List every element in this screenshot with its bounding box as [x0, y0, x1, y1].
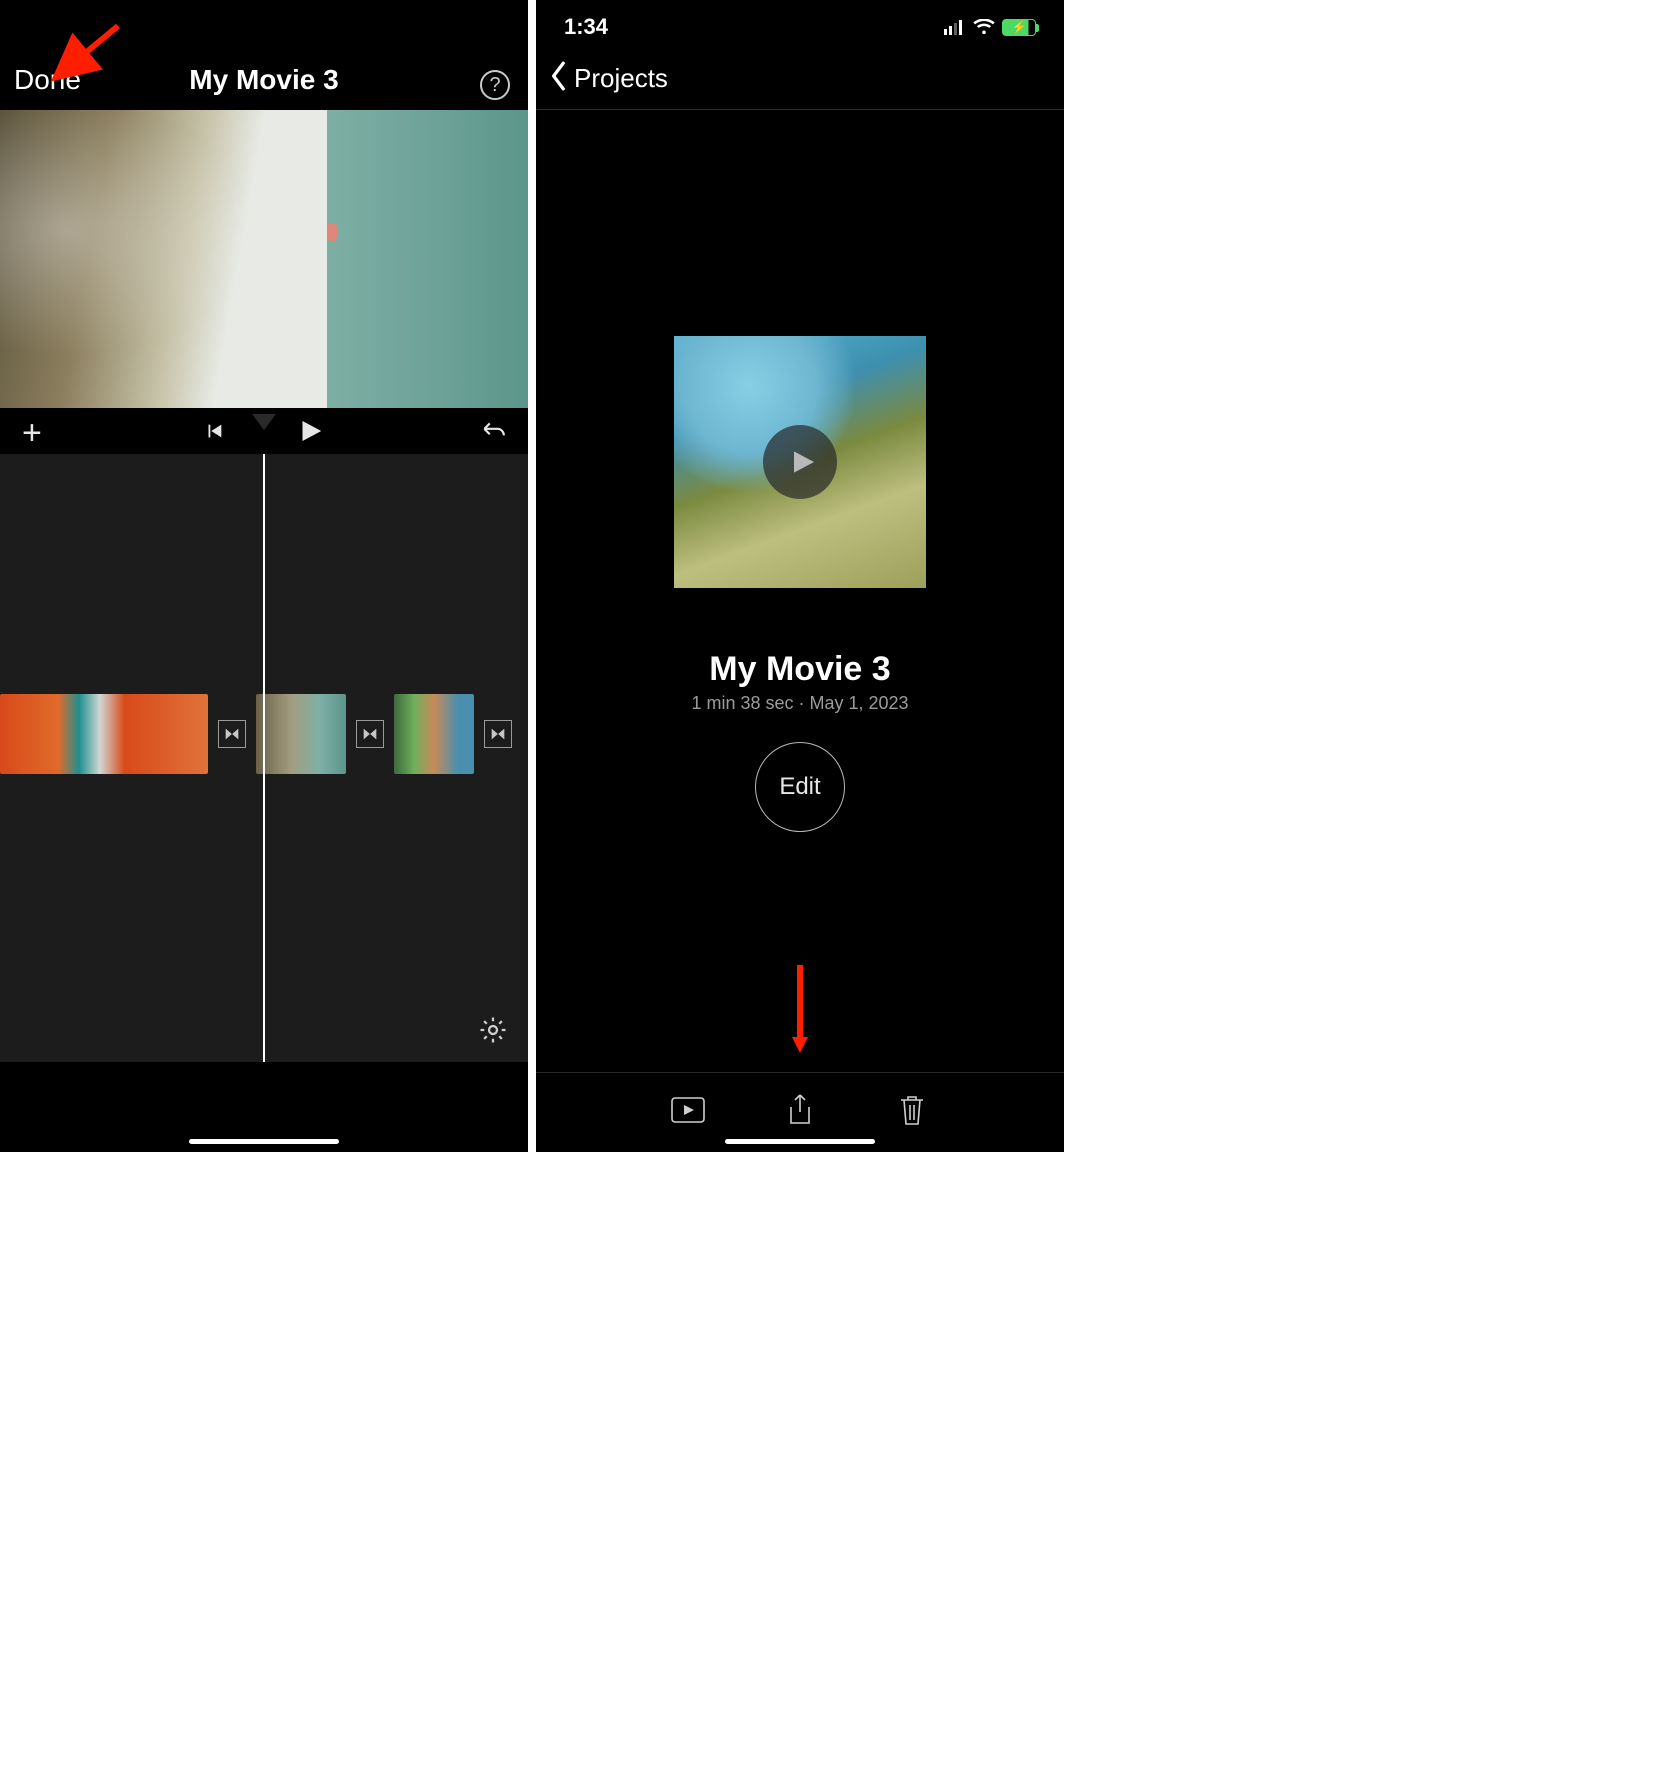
- undo-button[interactable]: [480, 418, 506, 449]
- playback-controls: +: [0, 408, 528, 454]
- edit-button[interactable]: Edit: [755, 742, 845, 832]
- project-thumbnail[interactable]: [574, 336, 1026, 588]
- transition-button[interactable]: [218, 720, 246, 748]
- status-time: 1:34: [564, 14, 608, 40]
- delete-button[interactable]: [895, 1093, 929, 1132]
- playhead-line: [263, 454, 265, 1062]
- project-detail-screen: 1:34 ⚡ Projects: [536, 0, 1064, 1152]
- back-label[interactable]: Projects: [574, 63, 668, 94]
- nav-bar: Projects: [536, 48, 1064, 110]
- share-button[interactable]: [783, 1093, 817, 1132]
- timeline-clip[interactable]: [394, 694, 474, 774]
- home-indicator[interactable]: [189, 1139, 339, 1144]
- back-button[interactable]: [548, 61, 570, 96]
- project-settings-button[interactable]: [478, 1015, 508, 1050]
- timeline-clip[interactable]: [0, 694, 208, 774]
- project-meta: 1 min 38 sec · May 1, 2023: [536, 693, 1064, 714]
- play-overlay-button[interactable]: [763, 425, 837, 499]
- timeline[interactable]: [0, 454, 528, 1062]
- editor-screen: Done My Movie 3 ? +: [0, 0, 528, 1152]
- editor-topbar: Done My Movie 3 ?: [0, 0, 528, 110]
- help-button[interactable]: ?: [480, 70, 510, 100]
- cellular-signal-icon: [944, 19, 966, 35]
- status-bar: 1:34 ⚡: [536, 0, 1064, 48]
- playhead-indicator-icon: [252, 414, 276, 430]
- project-name: My Movie 3: [536, 650, 1064, 689]
- wifi-icon: [973, 19, 995, 35]
- home-indicator[interactable]: [725, 1139, 875, 1144]
- done-button[interactable]: Done: [14, 64, 81, 96]
- video-preview[interactable]: [0, 110, 528, 408]
- play-project-button[interactable]: [671, 1093, 705, 1132]
- project-detail-body: My Movie 3 1 min 38 sec · May 1, 2023 Ed…: [536, 336, 1064, 1152]
- battery-charging-icon: ⚡: [1002, 19, 1036, 36]
- timeline-clip[interactable]: [256, 694, 346, 774]
- transition-button[interactable]: [356, 720, 384, 748]
- play-button[interactable]: [295, 416, 325, 451]
- skip-to-start-button[interactable]: [203, 420, 225, 447]
- transition-button[interactable]: [484, 720, 512, 748]
